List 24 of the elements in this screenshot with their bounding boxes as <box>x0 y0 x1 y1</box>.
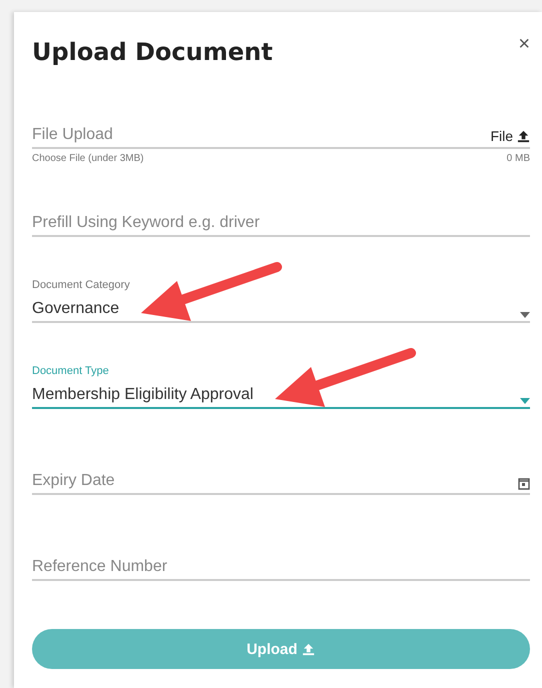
caret-icon <box>520 398 530 404</box>
field-placeholder: File Upload <box>32 126 113 144</box>
upload-icon <box>302 642 316 656</box>
close-button[interactable]: × <box>518 34 530 54</box>
field-hint: Choose File (under 3MB) <box>32 153 144 166</box>
input-field[interactable]: Membership Eligibility Approval <box>32 382 530 409</box>
field-placeholder: Expiry Date <box>32 472 115 490</box>
file-size: 0 MB <box>506 153 530 166</box>
field-value: Governance <box>32 300 120 318</box>
file-button[interactable]: File <box>490 128 530 144</box>
input-field[interactable]: Expiry Date <box>32 468 530 495</box>
input-field[interactable]: Reference Number <box>32 554 530 581</box>
field-placeholder: Prefill Using Keyword e.g. driver <box>32 214 260 232</box>
dialog-title: Upload Document <box>32 38 273 66</box>
field-placeholder: Reference Number <box>32 558 168 576</box>
input-field[interactable]: Prefill Using Keyword e.g. driver <box>32 210 530 237</box>
field-label: Document Type <box>32 365 110 377</box>
calendar-icon <box>518 477 530 490</box>
field-value: Membership Eligibility Approval <box>32 386 254 404</box>
input-field[interactable]: File Upload File <box>32 122 530 149</box>
field-label: Document Category <box>32 279 131 291</box>
upload-icon <box>517 130 530 142</box>
input-field[interactable]: Governance <box>32 296 530 323</box>
caret-icon <box>520 312 530 318</box>
